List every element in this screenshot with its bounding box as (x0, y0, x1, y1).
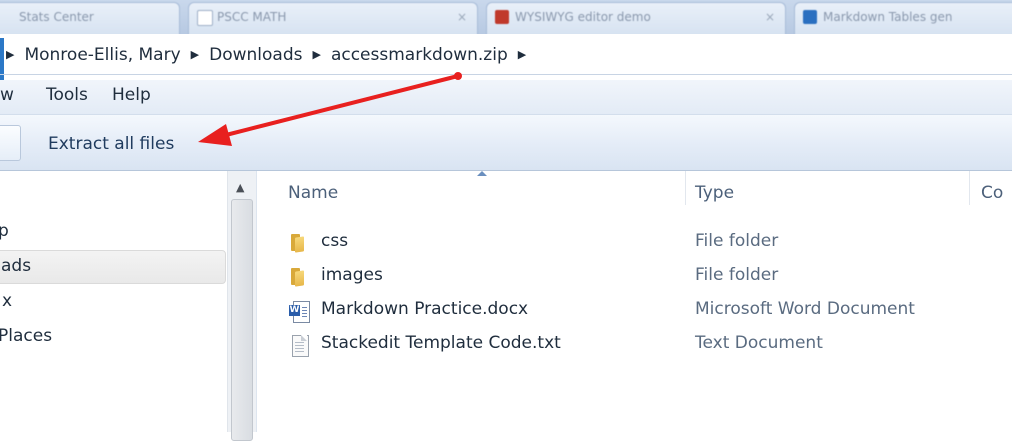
column-header-type[interactable]: Type (695, 171, 734, 211)
address-bar-accent (0, 38, 4, 82)
sort-ascending-icon (477, 171, 487, 176)
nav-item-downloads-selected[interactable]: ads (0, 250, 226, 284)
close-icon[interactable]: × (457, 3, 467, 31)
folder-icon (289, 233, 309, 253)
tab-label: Markdown Tables gen (823, 10, 953, 24)
menu-item-help[interactable]: Help (112, 85, 151, 105)
folder-icon (289, 267, 309, 287)
nav-item-label: ads (1, 256, 32, 276)
chevron-right-icon[interactable]: ▶ (6, 48, 14, 61)
navigation-pane: p ads x Places ▲ (0, 171, 257, 441)
breadcrumb-item-downloads[interactable]: Downloads (209, 45, 302, 65)
tab-label: PSCC MATH (217, 10, 287, 24)
file-type: File folder (695, 265, 779, 285)
file-row[interactable]: Stackedit Template Code.txt Text Documen… (257, 327, 1012, 361)
column-divider[interactable] (969, 171, 970, 205)
word-document-icon: W (289, 301, 310, 323)
nav-item-desktop[interactable]: p (0, 221, 9, 241)
file-name: css (321, 231, 349, 251)
extract-all-files-button[interactable]: Extract all files (40, 132, 182, 156)
organize-button[interactable] (0, 125, 21, 161)
file-type: Microsoft Word Document (695, 299, 915, 319)
divider (0, 74, 1012, 75)
breadcrumb-item-user[interactable]: Monroe-Ellis, Mary (24, 45, 180, 65)
file-name: Stackedit Template Code.txt (321, 333, 561, 353)
nav-item-recent-places[interactable]: Places (0, 326, 52, 346)
file-name: images (321, 265, 383, 285)
page-icon (197, 10, 213, 26)
red-app-icon (495, 10, 509, 24)
menu-bar: w Tools Help (0, 80, 1012, 115)
browser-tab-strip: Stats Center PSCC MATH × WYSIWYG editor … (0, 0, 1012, 34)
file-type: File folder (695, 231, 779, 251)
file-name: Markdown Practice.docx (321, 299, 529, 319)
file-row[interactable]: W Markdown Practice.docx Microsoft Word … (257, 293, 1012, 327)
browser-tab[interactable]: Stats Center (0, 2, 180, 34)
file-type: Text Document (695, 333, 823, 353)
file-row[interactable]: css File folder (257, 225, 1012, 259)
breadcrumb-item-zip[interactable]: accessmarkdown.zip (331, 45, 508, 65)
nav-item-dropbox[interactable]: x (2, 291, 12, 311)
scroll-thumb[interactable] (231, 199, 253, 441)
command-toolbar: Extract all files (0, 115, 1012, 171)
column-header-compressed[interactable]: Co (981, 171, 1003, 211)
scroll-up-icon[interactable]: ▲ (236, 181, 244, 194)
menu-item-view[interactable]: w (0, 85, 14, 105)
close-icon[interactable]: × (765, 3, 775, 31)
menu-item-tools[interactable]: Tools (46, 85, 88, 105)
breadcrumb: ▶ Monroe-Ellis, Mary ▶ Downloads ▶ accessmark… (6, 43, 536, 67)
tab-label: Stats Center (19, 10, 94, 24)
blue-app-icon (803, 10, 817, 24)
file-list: Name Type Co css File folder images File… (257, 171, 1012, 432)
chevron-right-icon[interactable]: ▶ (312, 48, 320, 61)
text-document-icon (289, 335, 309, 357)
column-header-name[interactable]: Name (288, 171, 338, 211)
tab-label: WYSIWYG editor demo (515, 10, 651, 24)
chevron-right-icon[interactable]: ▶ (518, 48, 526, 61)
nav-scrollbar[interactable]: ▲ (227, 171, 256, 441)
browser-tab[interactable]: Markdown Tables gen (794, 2, 1012, 34)
chevron-right-icon[interactable]: ▶ (191, 48, 199, 61)
file-row[interactable]: images File folder (257, 259, 1012, 293)
browser-tab[interactable]: PSCC MATH × (188, 2, 478, 34)
browser-tab[interactable]: WYSIWYG editor demo × (486, 2, 786, 34)
column-divider[interactable] (685, 171, 686, 205)
